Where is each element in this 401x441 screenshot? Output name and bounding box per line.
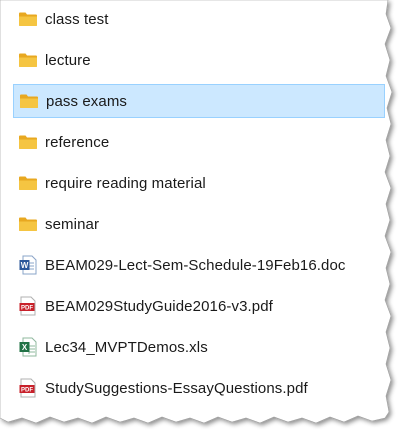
item-name: pass exams: [46, 92, 128, 110]
svg-text:W: W: [21, 261, 29, 270]
excel-spreadsheet-icon: X: [17, 337, 39, 357]
folder-icon: [17, 214, 39, 234]
file-item[interactable]: W BEAM029-Lect-Sem-Schedule-19Feb16.doc: [13, 248, 385, 282]
item-name: reference: [45, 133, 110, 151]
item-name: BEAM029-Lect-Sem-Schedule-19Feb16.doc: [45, 256, 346, 274]
item-name: StudySuggestions-EssayQuestions.pdf: [45, 379, 308, 397]
folder-icon: [17, 50, 39, 70]
folder-item[interactable]: class test: [13, 2, 385, 36]
item-name: seminar: [45, 215, 100, 233]
file-item[interactable]: X Lec34_MVPTDemos.xls: [13, 330, 385, 364]
pdf-file-icon: PDF: [17, 296, 39, 316]
folder-icon: [17, 173, 39, 193]
word-document-icon: W: [17, 255, 39, 275]
file-item[interactable]: PDF BEAM029StudyGuide2016-v3.pdf: [13, 289, 385, 323]
folder-item[interactable]: require reading material: [13, 166, 385, 200]
svg-text:PDF: PDF: [21, 388, 33, 394]
file-item[interactable]: PDF StudySuggestions-EssayQuestions.pdf: [13, 371, 385, 405]
item-name: Lec34_MVPTDemos.xls: [45, 338, 208, 356]
pdf-file-icon: PDF: [17, 378, 39, 398]
item-name: lecture: [45, 51, 91, 69]
svg-text:PDF: PDF: [21, 306, 33, 312]
item-name: class test: [45, 10, 109, 28]
folder-item[interactable]: lecture: [13, 43, 385, 77]
folder-icon: [17, 132, 39, 152]
folder-icon: [18, 91, 40, 111]
folder-icon: [17, 9, 39, 29]
item-name: require reading material: [45, 174, 206, 192]
item-name: BEAM029StudyGuide2016-v3.pdf: [45, 297, 273, 315]
folder-item[interactable]: seminar: [13, 207, 385, 241]
svg-text:X: X: [22, 343, 28, 352]
folder-item[interactable]: reference: [13, 125, 385, 159]
folder-item[interactable]: pass exams: [13, 84, 385, 118]
